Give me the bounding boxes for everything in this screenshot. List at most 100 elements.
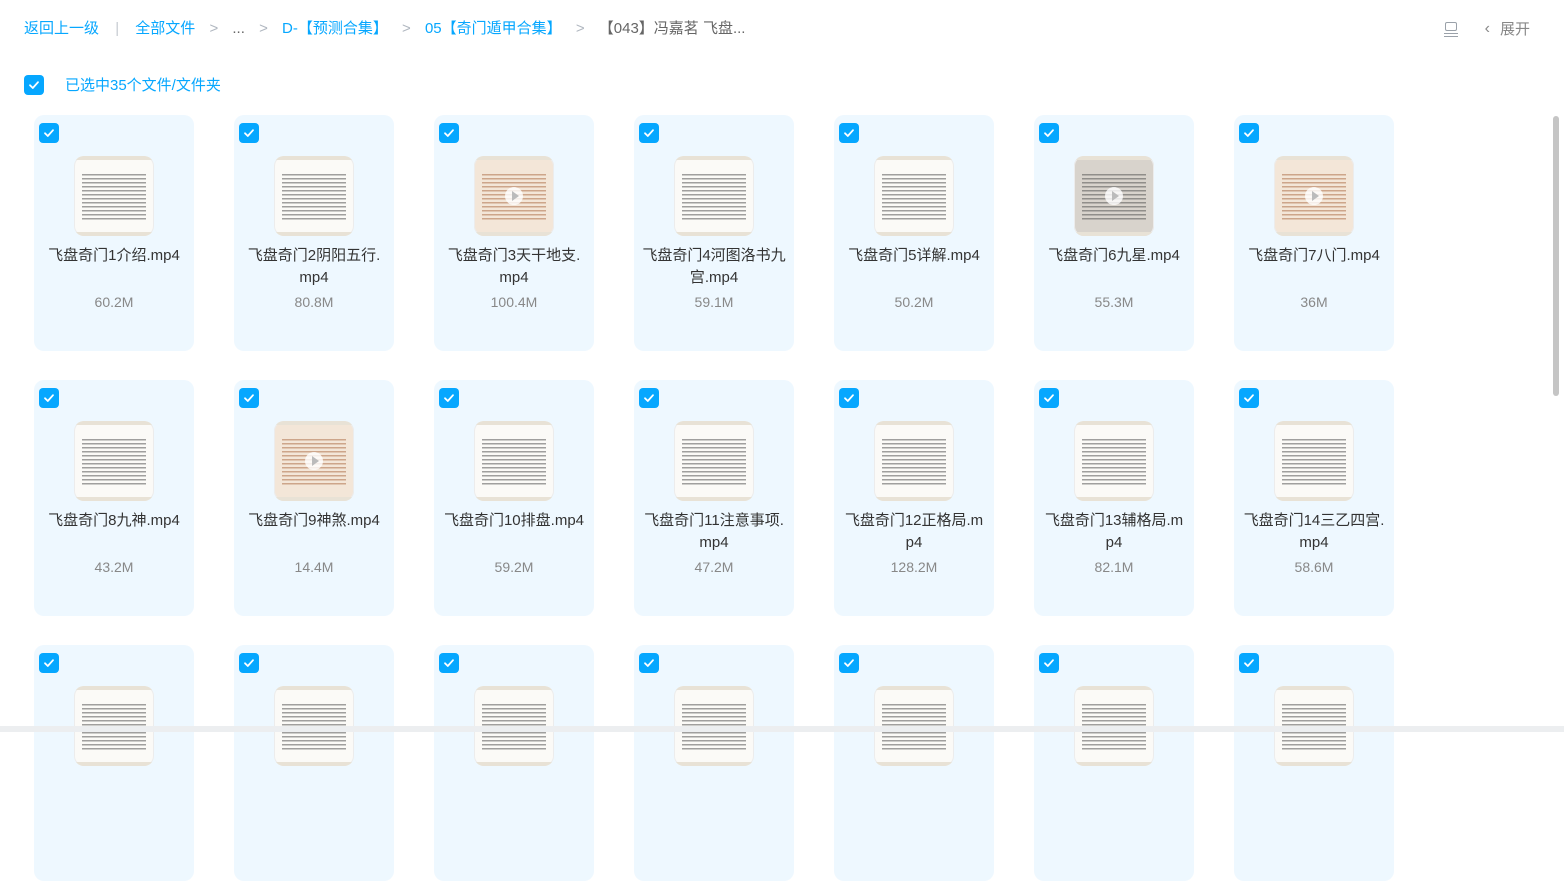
video-thumbnail[interactable] [474, 156, 554, 236]
file-name[interactable]: 飞盘奇门3天干地支.mp4 [442, 245, 586, 289]
bottom-strip [0, 726, 1564, 732]
file-name[interactable]: 飞盘奇门6九星.mp4 [1042, 245, 1186, 267]
file-card[interactable] [434, 645, 594, 881]
file-checkbox[interactable] [439, 653, 459, 673]
video-thumbnail[interactable] [74, 156, 154, 236]
file-card[interactable]: 飞盘奇门7八门.mp4 36M [1234, 115, 1394, 351]
breadcrumb-separator: > [209, 20, 219, 37]
selection-count: 已选中35个文件/文件夹 [65, 77, 221, 94]
check-icon [1244, 659, 1254, 667]
file-card[interactable]: 飞盘奇门8九神.mp4 43.2M [34, 380, 194, 616]
file-checkbox[interactable] [839, 388, 859, 408]
file-card[interactable]: 飞盘奇门12正格局.mp4 128.2M [834, 380, 994, 616]
file-checkbox[interactable] [639, 653, 659, 673]
chevron-left-icon[interactable]: ‹ [1485, 20, 1490, 38]
file-card[interactable] [234, 645, 394, 881]
scrollbar-thumb[interactable] [1553, 116, 1559, 396]
video-thumbnail[interactable] [674, 421, 754, 501]
play-icon [1105, 187, 1123, 205]
video-thumbnail[interactable] [874, 421, 954, 501]
breadcrumb-ellipsis[interactable]: ... [232, 19, 245, 39]
video-thumbnail[interactable] [1074, 156, 1154, 236]
video-thumbnail[interactable] [474, 421, 554, 501]
file-name[interactable]: 飞盘奇门2阴阳五行.mp4 [242, 245, 386, 289]
check-icon [644, 659, 654, 667]
file-card[interactable] [834, 645, 994, 881]
file-checkbox[interactable] [639, 388, 659, 408]
file-name[interactable]: 飞盘奇门10排盘.mp4 [442, 510, 586, 532]
video-thumbnail[interactable] [1274, 421, 1354, 501]
video-thumbnail[interactable] [874, 156, 954, 236]
file-name[interactable]: 飞盘奇门13辅格局.mp4 [1042, 510, 1186, 554]
play-icon [305, 452, 323, 470]
file-checkbox[interactable] [1039, 123, 1059, 143]
file-card[interactable]: 飞盘奇门11注意事项.mp4 47.2M [634, 380, 794, 616]
file-size: 82.1M [1094, 559, 1134, 575]
file-card[interactable] [1234, 645, 1394, 881]
file-checkbox[interactable] [439, 123, 459, 143]
breadcrumb-all-files[interactable]: 全部文件 [135, 19, 195, 39]
file-checkbox[interactable] [239, 123, 259, 143]
file-card[interactable]: 飞盘奇门3天干地支.mp4 100.4M [434, 115, 594, 351]
file-card[interactable]: 飞盘奇门1介绍.mp4 60.2M [34, 115, 194, 351]
file-name[interactable]: 飞盘奇门8九神.mp4 [42, 510, 186, 532]
play-icon [505, 187, 523, 205]
video-thumbnail[interactable] [274, 156, 354, 236]
file-name[interactable]: 飞盘奇门5详解.mp4 [842, 245, 986, 267]
file-card[interactable]: 飞盘奇门13辅格局.mp4 82.1M [1034, 380, 1194, 616]
check-icon [1044, 394, 1054, 402]
file-card[interactable]: 飞盘奇门2阴阳五行.mp4 80.8M [234, 115, 394, 351]
file-name[interactable]: 飞盘奇门7八门.mp4 [1242, 245, 1386, 267]
video-thumbnail[interactable] [74, 421, 154, 501]
file-name[interactable]: 飞盘奇门1介绍.mp4 [42, 245, 186, 267]
check-icon [444, 129, 454, 137]
file-size: 14.4M [294, 559, 334, 575]
file-checkbox[interactable] [1239, 123, 1259, 143]
file-card[interactable] [34, 645, 194, 881]
select-all-checkbox[interactable] [24, 74, 44, 95]
file-name[interactable]: 飞盘奇门9神煞.mp4 [242, 510, 386, 532]
file-checkbox[interactable] [639, 123, 659, 143]
file-size: 100.4M [490, 294, 538, 310]
video-thumbnail[interactable] [1274, 156, 1354, 236]
breadcrumb-level1[interactable]: D-【预测合集】 [282, 19, 388, 39]
file-checkbox[interactable] [839, 653, 859, 673]
file-name[interactable]: 飞盘奇门11注意事项.mp4 [642, 510, 786, 554]
file-checkbox[interactable] [1239, 388, 1259, 408]
breadcrumb-level2[interactable]: 05【奇门遁甲合集】 [425, 19, 562, 39]
file-card[interactable] [634, 645, 794, 881]
file-size: 55.3M [1094, 294, 1134, 310]
expand-button[interactable]: 展开 [1500, 18, 1530, 39]
file-checkbox[interactable] [839, 123, 859, 143]
list-view-icon[interactable] [1443, 21, 1459, 37]
file-card[interactable] [1034, 645, 1194, 881]
video-thumbnail[interactable] [674, 156, 754, 236]
file-checkbox[interactable] [39, 388, 59, 408]
file-card[interactable]: 飞盘奇门9神煞.mp4 14.4M [234, 380, 394, 616]
file-checkbox[interactable] [1239, 653, 1259, 673]
back-link[interactable]: 返回上一级 [24, 19, 99, 39]
file-card[interactable]: 飞盘奇门10排盘.mp4 59.2M [434, 380, 594, 616]
file-name[interactable]: 飞盘奇门12正格局.mp4 [842, 510, 986, 554]
check-icon [844, 129, 854, 137]
file-checkbox[interactable] [439, 388, 459, 408]
file-size: 43.2M [94, 559, 134, 575]
file-checkbox[interactable] [39, 123, 59, 143]
file-name[interactable]: 飞盘奇门14三乙四宫.mp4 [1242, 510, 1386, 554]
breadcrumb-separator: > [259, 20, 268, 37]
file-card[interactable]: 飞盘奇门14三乙四宫.mp4 58.6M [1234, 380, 1394, 616]
file-card[interactable]: 飞盘奇门6九星.mp4 55.3M [1034, 115, 1194, 351]
file-size: 59.2M [494, 559, 534, 575]
file-checkbox[interactable] [239, 388, 259, 408]
file-checkbox[interactable] [1039, 653, 1059, 673]
video-thumbnail[interactable] [274, 421, 354, 501]
file-checkbox[interactable] [1039, 388, 1059, 408]
file-name[interactable]: 飞盘奇门4河图洛书九宫.mp4 [642, 245, 786, 289]
file-card[interactable]: 飞盘奇门4河图洛书九宫.mp4 59.1M [634, 115, 794, 351]
top-right-controls: ‹ 展开 [1443, 18, 1530, 39]
file-checkbox[interactable] [39, 653, 59, 673]
check-icon [244, 129, 254, 137]
file-card[interactable]: 飞盘奇门5详解.mp4 50.2M [834, 115, 994, 351]
video-thumbnail[interactable] [1074, 421, 1154, 501]
file-checkbox[interactable] [239, 653, 259, 673]
